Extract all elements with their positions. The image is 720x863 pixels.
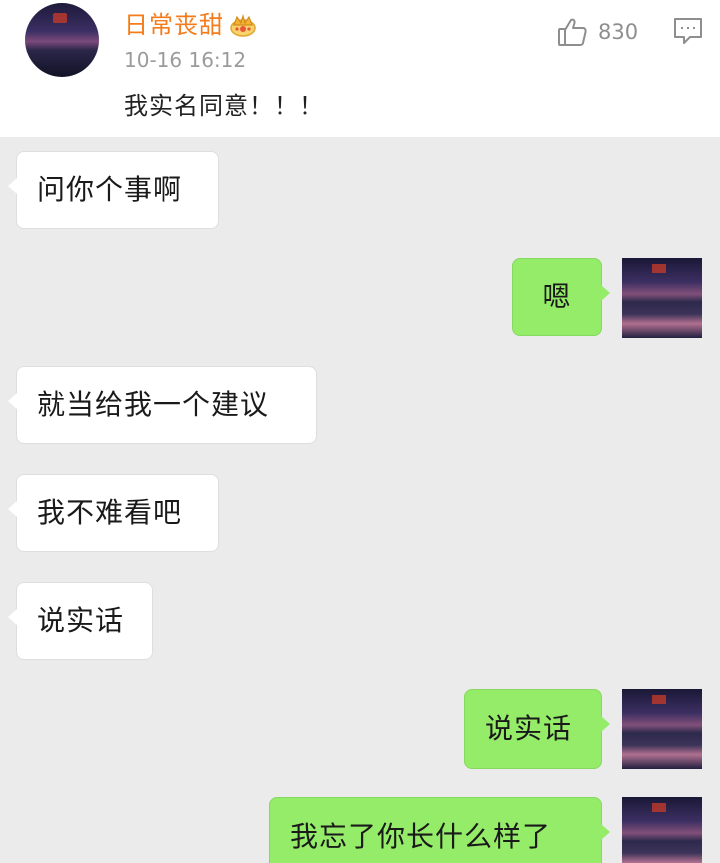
message-text: 说实话 xyxy=(37,604,125,637)
message-bubble-outgoing: 说实话 xyxy=(464,689,610,769)
message-text: 我不难看吧 xyxy=(37,496,183,529)
avatar[interactable] xyxy=(622,797,702,863)
message-text: 就当给我一个建议 xyxy=(37,388,270,421)
avatar[interactable] xyxy=(25,3,99,77)
author-name[interactable]: 日常丧甜 xyxy=(124,10,224,40)
comment-text: 我实名同意！！！ xyxy=(124,92,324,120)
like-button[interactable]: 830 xyxy=(556,16,638,48)
crown-badge-icon xyxy=(230,13,256,37)
comment-card: 日常丧甜 10-16 16:12 我实名同意！！！ 830 xyxy=(0,0,720,137)
comment-author-row: 日常丧甜 xyxy=(124,10,256,40)
reply-comment-icon[interactable] xyxy=(672,16,704,46)
like-count: 830 xyxy=(598,20,639,44)
avatar[interactable] xyxy=(622,258,702,338)
message-bubble-incoming: 说实话 xyxy=(8,582,153,660)
message-text: 嗯 xyxy=(542,280,572,313)
message-bubble-outgoing: 嗯 xyxy=(512,258,610,336)
message-bubble-outgoing: 我忘了你长什么样了 xyxy=(269,797,610,863)
message-bubble-incoming: 问你个事啊 xyxy=(8,151,219,229)
weibo-comment-screenshot: 日常丧甜 10-16 16:12 我实名同意！！！ 830 问你个事啊 嗯 就当… xyxy=(0,0,720,863)
message-bubble-incoming: 我不难看吧 xyxy=(8,474,219,552)
message-text: 问你个事啊 xyxy=(37,173,183,206)
message-text: 说实话 xyxy=(485,712,573,745)
chat-screenshot: 问你个事啊 嗯 就当给我一个建议 我不难看吧 说实话 说实话 我忘了你长什么样了 xyxy=(0,137,720,863)
avatar[interactable] xyxy=(622,689,702,769)
message-bubble-incoming: 就当给我一个建议 xyxy=(8,366,317,444)
thumbs-up-icon xyxy=(556,16,588,48)
comment-timestamp: 10-16 16:12 xyxy=(124,48,247,72)
message-text: 我忘了你长什么样了 xyxy=(290,820,552,853)
